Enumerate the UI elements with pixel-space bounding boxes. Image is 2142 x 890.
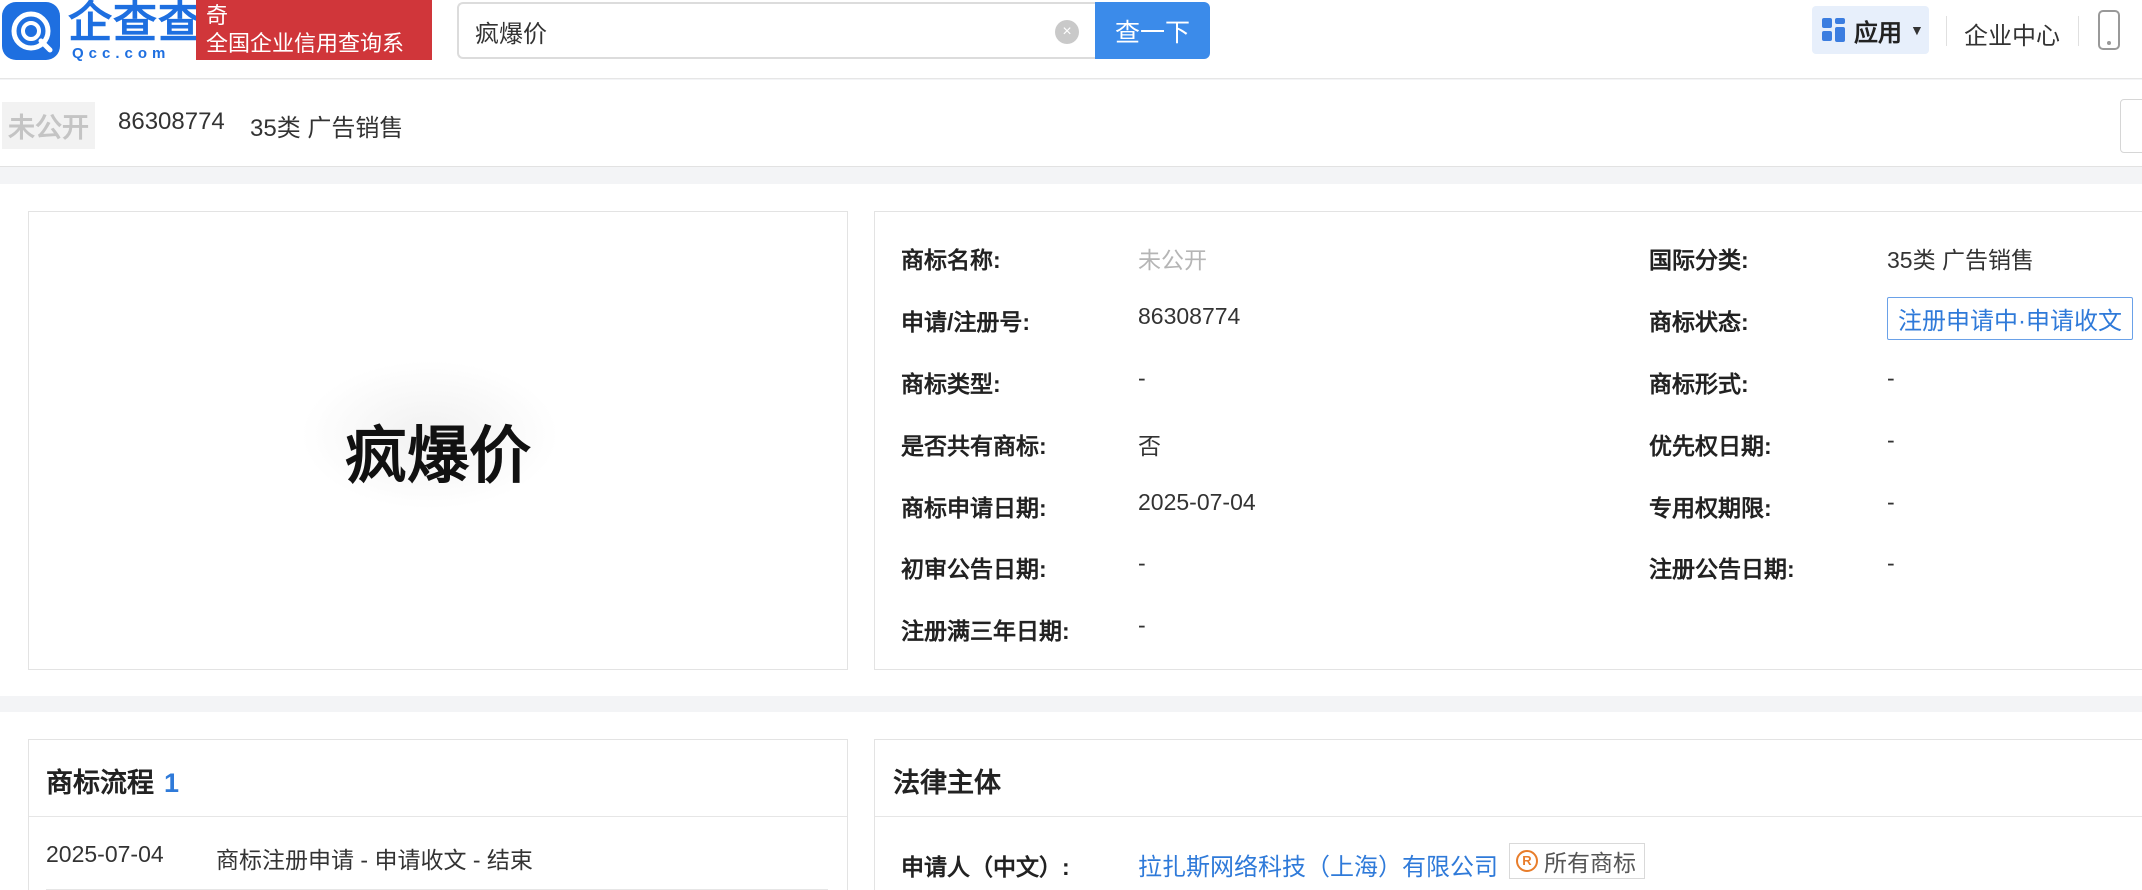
enterprise-center-link[interactable]: 企业中心	[1964, 16, 2060, 51]
value-priority-date: -	[1887, 427, 1895, 453]
value-apply-date: 2025-07-04	[1138, 489, 1256, 515]
label-shared-trademark: 是否共有商标:	[901, 433, 1047, 459]
label-intl-class: 国际分类:	[1649, 247, 1749, 273]
registered-mark-icon: R	[1516, 850, 1538, 872]
value-exclusive-period: -	[1887, 489, 1895, 515]
search-input[interactable]	[475, 12, 1035, 50]
flow-title: 商标流程 1	[46, 761, 179, 800]
all-trademarks-label: 所有商标	[1544, 850, 1636, 876]
flow-item-date: 2025-07-04	[46, 841, 164, 867]
value-shared-trademark: 否	[1138, 433, 1161, 459]
label-prelim-date: 初审公告日期:	[901, 556, 1047, 582]
trademark-summary-bar: 未公开 86308774 35类 广告销售	[0, 80, 2142, 167]
summary-reg-no: 86308774	[118, 108, 225, 135]
apps-button[interactable]: 应用 ▼	[1812, 6, 1929, 54]
label-applicant: 申请人（中文）:	[901, 854, 1070, 880]
summary-category: 35类 广告销售	[250, 115, 404, 142]
label-exclusive-period: 专用权期限:	[1649, 495, 1772, 521]
flow-title-text: 商标流程	[46, 768, 154, 798]
logo-domain: Qcc.com	[72, 45, 171, 62]
trademark-info-panel	[874, 211, 2142, 670]
value-reg-no: 86308774	[1138, 303, 1241, 329]
slogan-line-2: 全国企业信用查询系	[206, 31, 405, 56]
label-reg-announce-date: 注册公告日期:	[1649, 556, 1795, 582]
all-trademarks-button[interactable]: R 所有商标	[1509, 843, 1645, 879]
divider	[1946, 16, 1947, 46]
label-trademark-name: 商标名称:	[901, 247, 1001, 273]
divider	[29, 816, 847, 817]
trademark-image[interactable]: 疯爆价	[345, 405, 531, 495]
label-reg-no: 申请/注册号:	[901, 309, 1031, 335]
divider	[875, 816, 2142, 817]
search-button[interactable]: 查一下	[1095, 2, 1210, 59]
value-three-year-date: -	[1138, 612, 1146, 638]
clear-icon[interactable]: ×	[1055, 20, 1079, 44]
logo-text[interactable]: 企查查	[68, 0, 203, 46]
label-trademark-type: 商标类型:	[901, 371, 1001, 397]
qcc-logo-icon[interactable]	[2, 2, 60, 60]
value-trademark-type: -	[1138, 365, 1146, 391]
trademark-status-tag[interactable]: 注册申请中·申请收文	[1887, 297, 2133, 340]
label-three-year-date: 注册满三年日期:	[901, 618, 1070, 644]
value-trademark-name: 未公开	[1138, 247, 1207, 273]
trademark-name-badge: 未公开	[2, 102, 95, 149]
label-apply-date: 商标申请日期:	[901, 495, 1047, 521]
label-trademark-status: 商标状态:	[1649, 309, 1749, 335]
apps-label: 应用	[1854, 19, 1902, 47]
applicant-company-link[interactable]: 拉扎斯网络科技（上海）有限公司	[1138, 847, 1498, 882]
caret-down-icon: ▼	[1910, 22, 1924, 38]
divider	[2078, 16, 2079, 46]
search-box: ×	[457, 2, 1095, 59]
slogan-banner: 奇 全国企业信用查询系	[196, 0, 432, 60]
top-header: 企查查 Qcc.com 奇 全国企业信用查询系 × 查一下 应用 ▼ 企业中心	[0, 0, 2142, 79]
slogan-line-1: 奇	[206, 3, 229, 28]
value-prelim-date: -	[1138, 550, 1146, 576]
flow-count: 1	[164, 768, 180, 798]
summary-action-box[interactable]	[2120, 99, 2142, 153]
flow-item-desc: 商标注册申请 - 申请收文 - 结束	[216, 847, 533, 873]
label-priority-date: 优先权日期:	[1649, 433, 1772, 459]
apps-grid-icon	[1822, 18, 1846, 42]
label-trademark-form: 商标形式:	[1649, 371, 1749, 397]
value-trademark-form: -	[1887, 365, 1895, 391]
value-intl-class: 35类 广告销售	[1887, 247, 2034, 273]
mobile-phone-icon[interactable]	[2098, 10, 2120, 50]
value-reg-announce-date: -	[1887, 550, 1895, 576]
legal-title: 法律主体	[893, 768, 1001, 798]
